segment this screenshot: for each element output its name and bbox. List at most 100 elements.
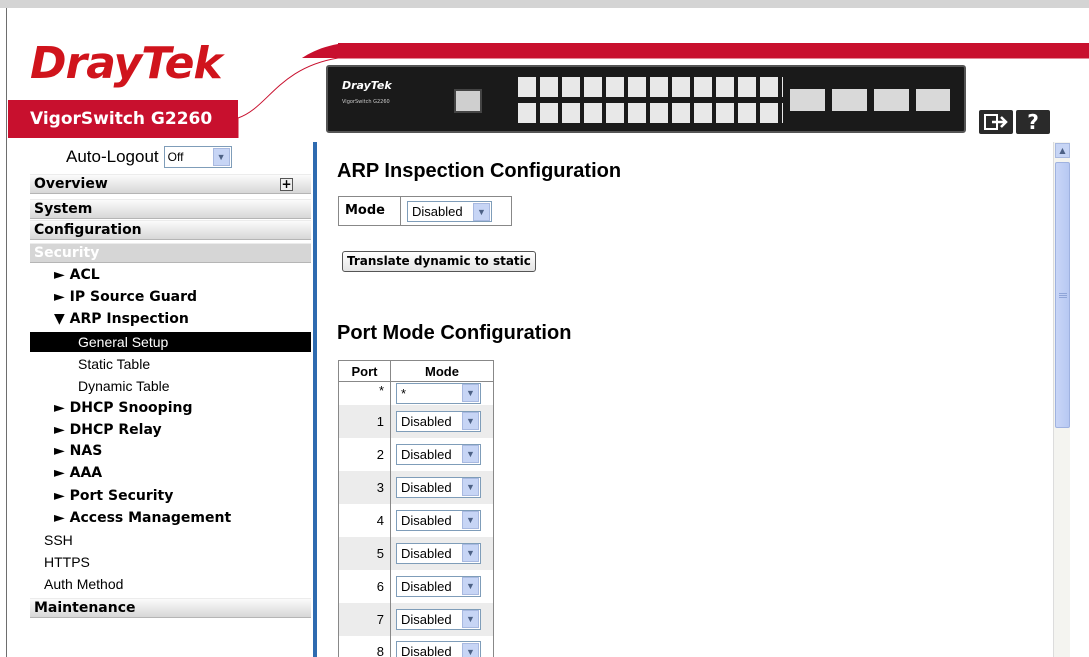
- chevron-down-icon: ▼: [212, 148, 230, 166]
- logout-button[interactable]: [979, 110, 1013, 134]
- table-row: 8 Disabled ▼: [338, 635, 494, 657]
- port-mode-cell: Disabled ▼: [390, 536, 494, 570]
- console-port-icon: [454, 89, 482, 113]
- main-content: ARP Inspection Configuration Mode Disabl…: [317, 138, 1053, 657]
- autologout-label: Auto-Logout: [66, 147, 159, 166]
- port-number: 1: [338, 404, 391, 438]
- chevron-down-icon: ▼: [462, 412, 479, 430]
- device-model: VigorSwitch G2260: [342, 99, 390, 105]
- ethernet-ports-icon: [518, 77, 783, 123]
- port-mode-select[interactable]: Disabled ▼: [396, 410, 481, 432]
- nav-section-configuration[interactable]: Configuration: [30, 220, 311, 240]
- autologout-select[interactable]: Off ▼: [163, 146, 232, 168]
- table-row: 2 Disabled ▼: [338, 437, 494, 471]
- scroll-up-arrow-icon[interactable]: ▲: [1055, 143, 1070, 158]
- window-left-edge: [0, 8, 7, 657]
- chevron-down-icon: ▼: [462, 478, 479, 496]
- nav-item-access-management[interactable]: ► Access Management: [54, 510, 231, 526]
- nav-item-arp-inspection[interactable]: ▼ ARP Inspection: [54, 311, 189, 327]
- port-mode-value: Disabled: [401, 578, 452, 594]
- sidebar: Auto-Logout Off ▼ Overview + System Conf…: [8, 138, 311, 657]
- grip-icon: [1059, 293, 1067, 294]
- port-mode-select[interactable]: Disabled ▼: [396, 542, 481, 564]
- nav-item-port-security[interactable]: ► Port Security: [54, 488, 173, 504]
- nav-item-static-table[interactable]: Static Table: [78, 356, 150, 372]
- port-mode-value: *: [401, 385, 407, 401]
- nav-section-system[interactable]: System: [30, 199, 311, 219]
- nav-item-dhcp-relay[interactable]: ► DHCP Relay: [54, 422, 162, 438]
- device-brand: DrayTek: [342, 79, 392, 92]
- window-top-strip: [0, 0, 1089, 8]
- chevron-down-icon: ▼: [462, 445, 479, 463]
- port-mode-select[interactable]: Disabled ▼: [396, 641, 481, 657]
- device-panel-image: DrayTek VigorSwitch G2260: [326, 65, 966, 133]
- table-row: 6 Disabled ▼: [338, 569, 494, 603]
- mode-select-value: Disabled: [412, 204, 463, 219]
- chevron-down-icon: ▼: [462, 577, 479, 595]
- autologout-value: Off: [167, 150, 184, 164]
- expand-plus-icon[interactable]: +: [280, 178, 293, 191]
- nav-item-nas[interactable]: ► NAS: [54, 443, 102, 459]
- nav-item-https[interactable]: HTTPS: [44, 554, 90, 570]
- table-row: 5 Disabled ▼: [338, 536, 494, 570]
- sfp-ports-icon: [790, 89, 950, 111]
- port-number: 5: [338, 536, 391, 570]
- window-right-edge: [1070, 142, 1089, 657]
- draytek-logo: DrayTek: [30, 38, 223, 89]
- vertical-scrollbar[interactable]: ▲: [1053, 142, 1070, 657]
- nav-section-overview[interactable]: Overview +: [30, 174, 311, 194]
- port-number: 6: [338, 569, 391, 603]
- nav-section-security[interactable]: Security: [30, 243, 311, 263]
- port-mode-select[interactable]: Disabled ▼: [396, 608, 481, 630]
- nav-item-aaa[interactable]: ► AAA: [54, 465, 102, 481]
- nav-item-dhcp-snooping[interactable]: ► DHCP Snooping: [54, 400, 192, 416]
- port-number: 4: [338, 503, 391, 537]
- nav-section-maintenance[interactable]: Maintenance: [30, 598, 311, 618]
- mode-cell: Disabled ▼: [401, 197, 511, 225]
- port-mode-select[interactable]: Disabled ▼: [396, 476, 481, 498]
- table-row: 4 Disabled ▼: [338, 503, 494, 537]
- port-mode-cell: Disabled ▼: [390, 635, 494, 657]
- header: DrayTek VigorSwitch G2260 DrayTek VigorS…: [8, 8, 1089, 138]
- port-column-header: Port: [338, 360, 391, 382]
- table-row: * * ▼: [338, 381, 494, 405]
- port-mode-select[interactable]: Disabled ▼: [396, 443, 481, 465]
- mode-label: Mode: [339, 197, 401, 225]
- mode-column-header: Mode: [390, 360, 494, 382]
- scroll-thumb[interactable]: [1055, 162, 1070, 428]
- port-mode-select[interactable]: Disabled ▼: [396, 509, 481, 531]
- nav-item-general-setup[interactable]: General Setup: [30, 332, 311, 352]
- port-mode-value: Disabled: [401, 479, 452, 495]
- port-mode-title: Port Mode Configuration: [337, 322, 572, 344]
- translate-dynamic-to-static-button[interactable]: Translate dynamic to static: [342, 251, 536, 272]
- port-mode-select[interactable]: * ▼: [396, 382, 481, 404]
- port-mode-select[interactable]: Disabled ▼: [396, 575, 481, 597]
- port-number: 3: [338, 470, 391, 504]
- nav-item-ssh[interactable]: SSH: [44, 532, 73, 548]
- nav-item-dynamic-table[interactable]: Dynamic Table: [78, 378, 170, 394]
- chevron-down-icon: ▼: [462, 511, 479, 529]
- port-mode-table: Port Mode * * ▼ 1 Disabled ▼ 2 Disabled ▼ 3 Disabl…: [338, 360, 494, 657]
- nav-item-acl[interactable]: ► ACL: [54, 267, 100, 283]
- port-mode-value: Disabled: [401, 446, 452, 462]
- port-mode-value: Disabled: [401, 545, 452, 561]
- table-row: 3 Disabled ▼: [338, 470, 494, 504]
- port-number: 7: [338, 602, 391, 636]
- autologout-control: Auto-Logout Off ▼: [66, 146, 232, 168]
- help-button[interactable]: ?: [1016, 110, 1050, 134]
- chevron-down-icon: ▼: [473, 202, 490, 221]
- table-row: 7 Disabled ▼: [338, 602, 494, 636]
- arp-mode-table: Mode Disabled ▼: [338, 196, 512, 226]
- mode-select[interactable]: Disabled ▼: [407, 201, 492, 222]
- nav-item-ip-source-guard[interactable]: ► IP Source Guard: [54, 289, 197, 305]
- table-row: 1 Disabled ▼: [338, 404, 494, 438]
- port-mode-value: Disabled: [401, 413, 452, 429]
- port-mode-cell: Disabled ▼: [390, 437, 494, 471]
- chevron-down-icon: ▼: [462, 642, 479, 657]
- arp-inspection-title: ARP Inspection Configuration: [337, 160, 622, 182]
- port-mode-value: Disabled: [401, 644, 452, 657]
- port-rows: * * ▼ 1 Disabled ▼ 2 Disabled ▼ 3 Disabled ▼ 4 Disabl…: [338, 381, 494, 657]
- nav-item-auth-method[interactable]: Auth Method: [44, 576, 123, 592]
- port-mode-value: Disabled: [401, 611, 452, 627]
- port-number: 8: [338, 635, 391, 657]
